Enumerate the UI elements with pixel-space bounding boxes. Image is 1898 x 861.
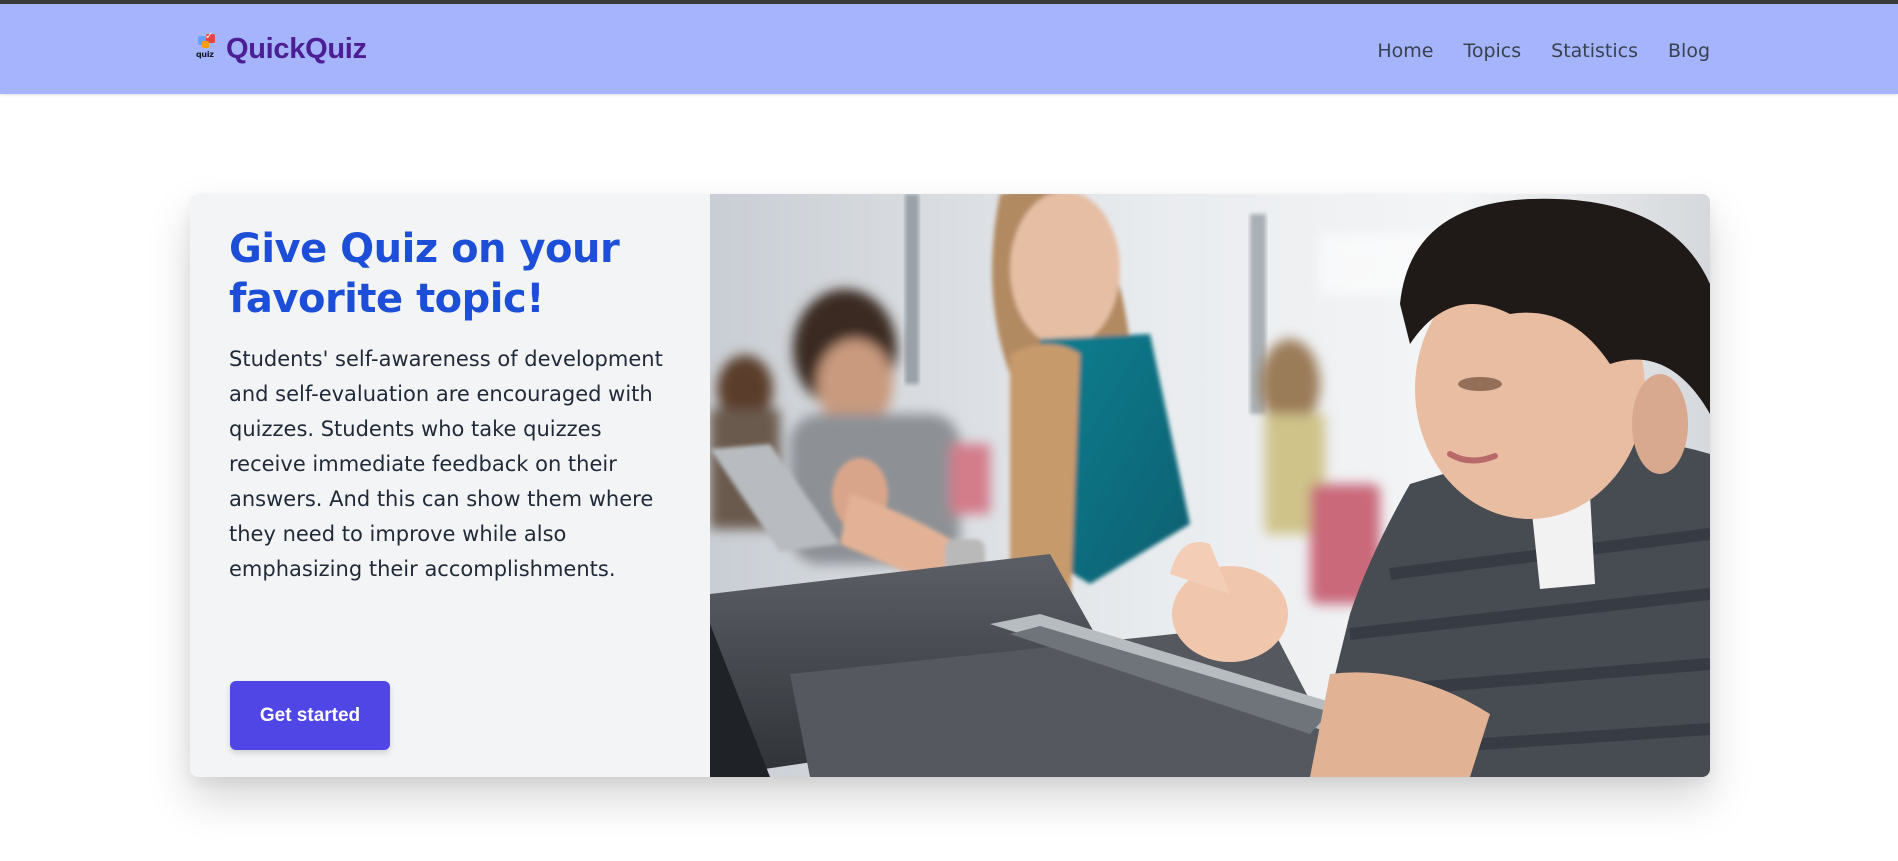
nav-statistics[interactable]: Statistics xyxy=(1551,40,1638,62)
brand-name: QuickQuiz xyxy=(226,32,367,65)
hero-title: Give Quiz on your favorite topic! xyxy=(229,226,620,322)
hero-photo xyxy=(710,194,1710,777)
get-started-button[interactable]: Get started xyxy=(230,681,390,750)
nav-home[interactable]: Home xyxy=(1377,40,1433,62)
nav-blog[interactable]: Blog xyxy=(1668,40,1710,62)
main-nav: Home Topics Statistics Blog xyxy=(1377,40,1710,62)
navbar: ✓ quiz QuickQuiz Home Topics Statistics … xyxy=(0,4,1898,94)
quiz-logo-icon: ✓ quiz xyxy=(196,31,215,59)
brand-link[interactable]: ✓ quiz QuickQuiz xyxy=(196,31,367,66)
nav-topics[interactable]: Topics xyxy=(1463,40,1521,62)
hero-text-panel: Give Quiz on your favorite topic! Studen… xyxy=(190,194,710,777)
hero-card: Give Quiz on your favorite topic! Studen… xyxy=(190,194,1710,777)
hero-description: Students' self-awareness of development … xyxy=(229,347,663,581)
